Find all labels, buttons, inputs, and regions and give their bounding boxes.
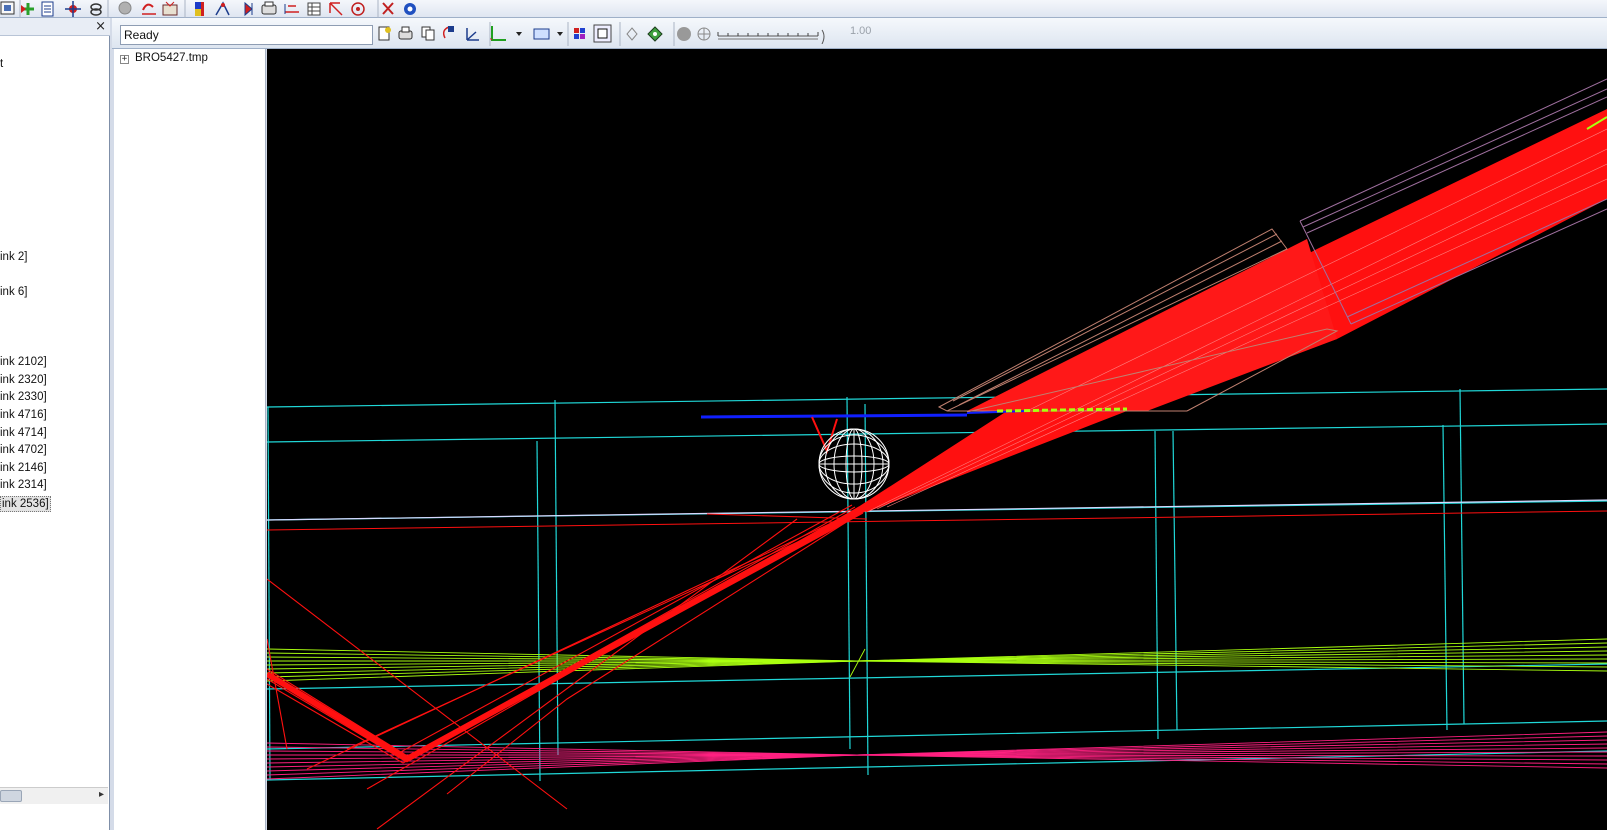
dimension-icon[interactable] (284, 4, 299, 14)
list-item[interactable]: ink 4702] (0, 443, 47, 457)
zoom-value: 1.00 (850, 25, 872, 37)
horizontal-scrollbar[interactable]: ▸ (0, 787, 108, 804)
undo-icon[interactable] (142, 3, 156, 15)
list-item[interactable]: ink 2314] (0, 478, 47, 492)
view-dropdown-icon[interactable] (533, 28, 563, 40)
list-item[interactable]: ink 2320] (0, 373, 47, 387)
tree-root-label[interactable]: BRO5427.tmp (135, 52, 208, 64)
zoom-slider[interactable] (716, 26, 844, 44)
print-icon[interactable] (398, 26, 413, 40)
list-item-selected[interactable]: ink 2536] (0, 496, 51, 512)
scroll-right-icon[interactable]: ▸ (99, 789, 104, 800)
grid-icon[interactable] (574, 28, 585, 39)
center-plane (267, 499, 1607, 521)
target-icon[interactable] (351, 2, 365, 16)
list-item[interactable]: t (0, 57, 3, 71)
diamond-icon[interactable] (626, 27, 638, 41)
new-file-icon[interactable] (378, 26, 391, 41)
properties-panel: × t ink 2] ink 6] ink 2102] ink 2320] in… (0, 18, 110, 830)
viewport-canvas (267, 78, 1607, 830)
globe-icon[interactable] (697, 27, 711, 41)
list-item[interactable]: ink 2330] (0, 390, 47, 404)
copy-icon[interactable] (421, 26, 435, 41)
red-axis-line (267, 510, 1607, 531)
open-icon[interactable] (0, 1, 15, 15)
scrollbar-thumb[interactable] (0, 790, 22, 802)
disabled-icon-1[interactable] (677, 27, 691, 41)
rotate-icon[interactable] (442, 26, 454, 39)
add-icon[interactable] (21, 3, 34, 15)
ray-icon[interactable] (162, 1, 178, 16)
blue-plate (700, 410, 1028, 419)
list-item[interactable]: ink 2146] (0, 461, 47, 475)
list-item[interactable]: ink 4716] (0, 408, 47, 422)
view-toolbar-icons (378, 22, 711, 46)
list-item[interactable]: ink 4714] (0, 426, 47, 440)
diamond-green-icon[interactable] (647, 26, 663, 42)
green-ray-fan (267, 638, 1607, 682)
axes-icon[interactable] (466, 28, 479, 41)
link-icon[interactable] (90, 3, 102, 16)
red-beam (855, 109, 1607, 513)
trace-icon[interactable] (215, 1, 230, 16)
move-icon[interactable] (65, 1, 81, 17)
pink-ray-fan (267, 731, 1607, 780)
tree-expander[interactable]: + (120, 55, 129, 64)
tree-pane: + BRO5427.tmp (114, 49, 266, 830)
green-strip (996, 407, 1128, 413)
stop-icon[interactable] (118, 1, 132, 15)
list-item[interactable]: ink 2] (0, 250, 28, 264)
settings-icon[interactable] (404, 3, 416, 15)
view-toolbar: Ready 1.00 (112, 18, 1607, 49)
close-icon[interactable]: × (95, 19, 106, 34)
table-icon[interactable] (307, 2, 321, 16)
document-icon[interactable] (41, 1, 54, 17)
delete-icon[interactable] (382, 2, 394, 15)
select-icon[interactable] (329, 2, 343, 16)
rewind-icon[interactable] (244, 1, 253, 17)
main-toolbar-icons (0, 0, 416, 18)
frame-icon[interactable] (593, 24, 612, 43)
3d-viewport[interactable] (267, 49, 1607, 830)
sphere (818, 428, 890, 500)
list-item[interactable]: ink 6] (0, 285, 28, 299)
color-icon[interactable] (195, 2, 204, 16)
list-item[interactable]: ink 2102] (0, 355, 47, 369)
axis-dropdown-icon[interactable] (489, 26, 522, 41)
properties-panel-header: × (0, 18, 110, 36)
print-icon[interactable] (261, 1, 277, 15)
red-ray-core (267, 504, 869, 763)
main-toolbar (0, 0, 1607, 18)
